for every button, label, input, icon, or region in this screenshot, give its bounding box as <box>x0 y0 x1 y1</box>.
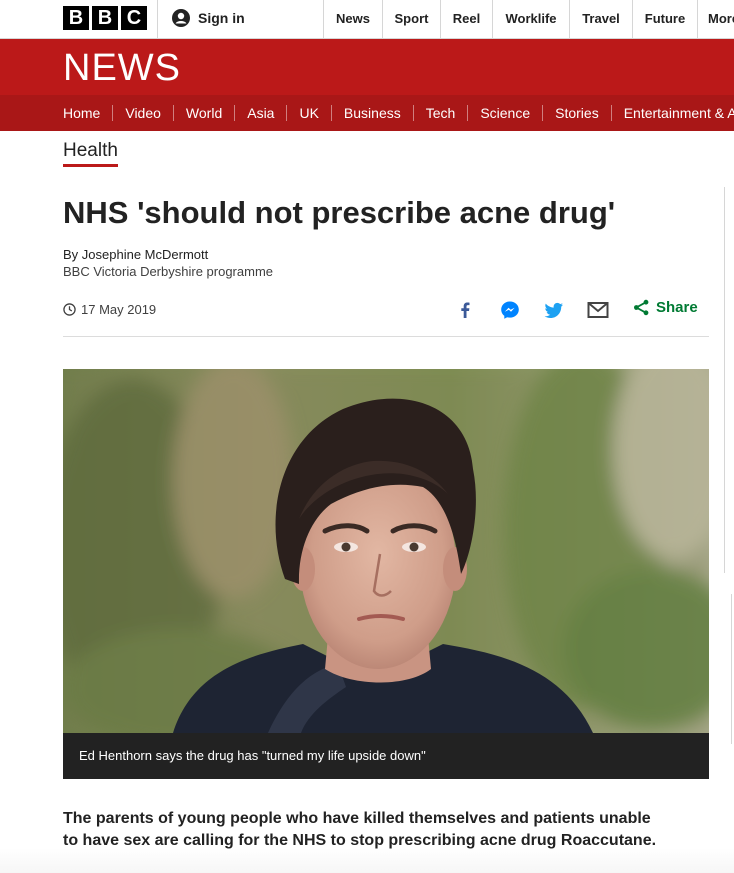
nav-science[interactable]: Science <box>480 105 530 121</box>
sign-in-button[interactable]: Sign in <box>172 9 245 27</box>
nav-divider <box>112 105 114 121</box>
clock-icon <box>63 303 76 316</box>
nav-asia[interactable]: Asia <box>247 105 274 121</box>
top-nav-worklife[interactable]: Worklife <box>492 0 569 38</box>
nav-divider <box>610 105 612 121</box>
nav-divider <box>330 105 332 121</box>
news-masthead: NEWS <box>0 39 734 95</box>
nav-stories[interactable]: Stories <box>555 105 599 121</box>
nav-home[interactable]: Home <box>63 105 100 121</box>
article-date: 17 May 2019 <box>63 302 156 317</box>
image-caption: Ed Henthorn says the drug has "turned my… <box>63 733 709 779</box>
nav-entertainment-arts[interactable]: Entertainment & Arts <box>624 105 734 121</box>
top-nav-sport[interactable]: Sport <box>382 0 440 38</box>
nav-divider <box>286 105 288 121</box>
user-icon <box>172 9 190 27</box>
top-nav-news[interactable]: News <box>323 0 382 38</box>
bbc-logo-letter: B <box>63 6 89 30</box>
facebook-icon[interactable] <box>454 300 476 320</box>
nav-video[interactable]: Video <box>125 105 161 121</box>
article-intro: The parents of young people who have kil… <box>63 810 657 849</box>
top-nav-future[interactable]: Future <box>632 0 697 38</box>
top-nav: News Sport Reel Worklife Travel Future M… <box>323 0 734 38</box>
byline: By Josephine McDermott BBC Victoria Derb… <box>63 246 273 280</box>
nav-uk[interactable]: UK <box>299 105 318 121</box>
sidebar-edge <box>724 187 734 573</box>
email-icon[interactable] <box>587 300 609 320</box>
bbc-logo[interactable]: B B C <box>63 6 147 30</box>
author-name: By Josephine McDermott <box>63 247 209 262</box>
global-header: B B C Sign in News Sport Reel Worklife T… <box>0 0 734 39</box>
nav-world[interactable]: World <box>186 105 222 121</box>
divider <box>157 0 158 38</box>
bbc-logo-letter: B <box>92 6 118 30</box>
share-icon <box>634 299 649 316</box>
section-link-health[interactable]: Health <box>63 140 118 167</box>
nav-tech[interactable]: Tech <box>426 105 456 121</box>
section-nav: Home Video World Asia UK Business Tech S… <box>0 95 734 131</box>
divider <box>63 336 709 337</box>
top-nav-travel[interactable]: Travel <box>569 0 632 38</box>
date-text: 17 May 2019 <box>81 302 157 317</box>
article-hero-image <box>63 369 709 733</box>
share-label: Share <box>656 299 698 316</box>
nav-divider <box>412 105 414 121</box>
news-logo[interactable]: NEWS <box>63 49 181 87</box>
messenger-icon[interactable] <box>499 300 521 320</box>
nav-divider <box>542 105 544 121</box>
nav-divider <box>467 105 469 121</box>
twitter-icon[interactable] <box>543 300 565 320</box>
nav-divider <box>172 105 174 121</box>
top-nav-reel[interactable]: Reel <box>440 0 492 38</box>
author-role: BBC Victoria Derbyshire programme <box>63 264 273 279</box>
top-nav-more[interactable]: More <box>697 0 734 38</box>
nav-divider <box>234 105 236 121</box>
share-button[interactable]: Share <box>633 299 698 316</box>
nav-business[interactable]: Business <box>344 105 401 121</box>
sign-in-label: Sign in <box>198 10 245 26</box>
article-headline: NHS 'should not prescribe acne drug' <box>63 195 616 230</box>
bbc-logo-letter: C <box>121 6 147 30</box>
